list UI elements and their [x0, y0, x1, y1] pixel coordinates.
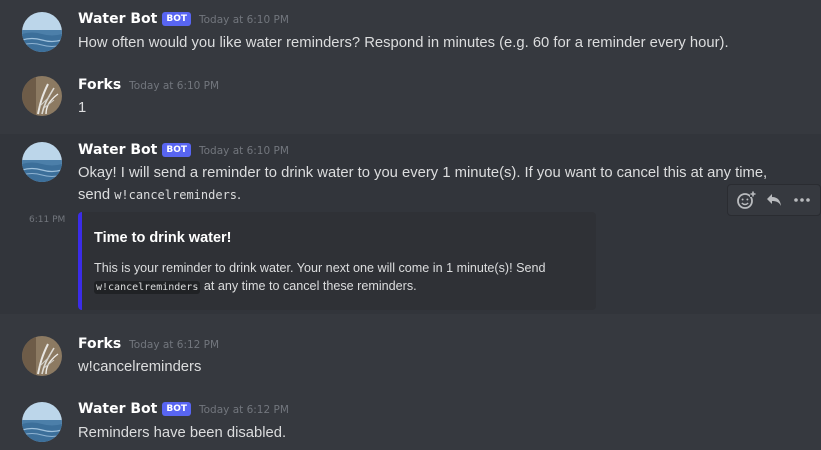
embed-description: This is your reminder to drink water. Yo…: [94, 259, 545, 297]
side-timestamp: 6:11 PM: [29, 215, 66, 225]
username[interactable]: Water Bot: [78, 11, 157, 27]
text-suffix: .: [237, 187, 242, 203]
embed-inline-code: w!cancelreminders: [94, 281, 201, 294]
reply-icon[interactable]: [761, 187, 787, 213]
bot-tag: BOT: [162, 402, 191, 416]
more-options-icon[interactable]: [789, 187, 815, 213]
timestamp: Today at 6:12 PM: [129, 339, 220, 351]
timestamp: Today at 6:12 PM: [199, 404, 289, 416]
timestamp: Today at 6:10 PM: [199, 145, 289, 157]
username[interactable]: Water Bot: [78, 401, 157, 417]
message-text: w!cancelreminders: [78, 359, 202, 375]
timestamp: Today at 6:10 PM: [199, 14, 289, 26]
embed-desc-line2: at any time to cancel these reminders.: [200, 279, 417, 293]
reminder-embed: Time to drink water! This is your remind…: [78, 212, 596, 310]
forks-avatar[interactable]: [22, 336, 62, 376]
forks-avatar[interactable]: [22, 76, 62, 116]
embed-desc-line1: This is your reminder to drink water. Yo…: [94, 261, 546, 275]
message-text: Reminders have been disabled.: [78, 425, 287, 441]
username[interactable]: Forks: [78, 336, 121, 352]
message-text-line1: Okay! I will send a reminder to drink wa…: [78, 165, 768, 181]
username[interactable]: Forks: [78, 77, 121, 93]
message-text-line2: send w!cancelreminders.: [78, 184, 781, 206]
water-bot-avatar[interactable]: [22, 402, 62, 442]
water-bot-avatar[interactable]: [22, 12, 62, 52]
username[interactable]: Water Bot: [78, 142, 157, 158]
bot-tag: BOT: [162, 143, 191, 157]
add-reaction-icon[interactable]: [733, 187, 759, 213]
message-text: 1: [78, 100, 87, 116]
embed-title: Time to drink water!: [94, 230, 232, 246]
message-toolbar: [727, 184, 821, 216]
timestamp: Today at 6:10 PM: [129, 80, 220, 92]
bot-tag: BOT: [162, 12, 191, 26]
water-bot-avatar[interactable]: [22, 142, 62, 182]
text-prefix: send: [78, 187, 115, 203]
inline-code: w!cancelreminders: [114, 188, 238, 202]
message-text: How often would you like water reminders…: [78, 35, 729, 51]
